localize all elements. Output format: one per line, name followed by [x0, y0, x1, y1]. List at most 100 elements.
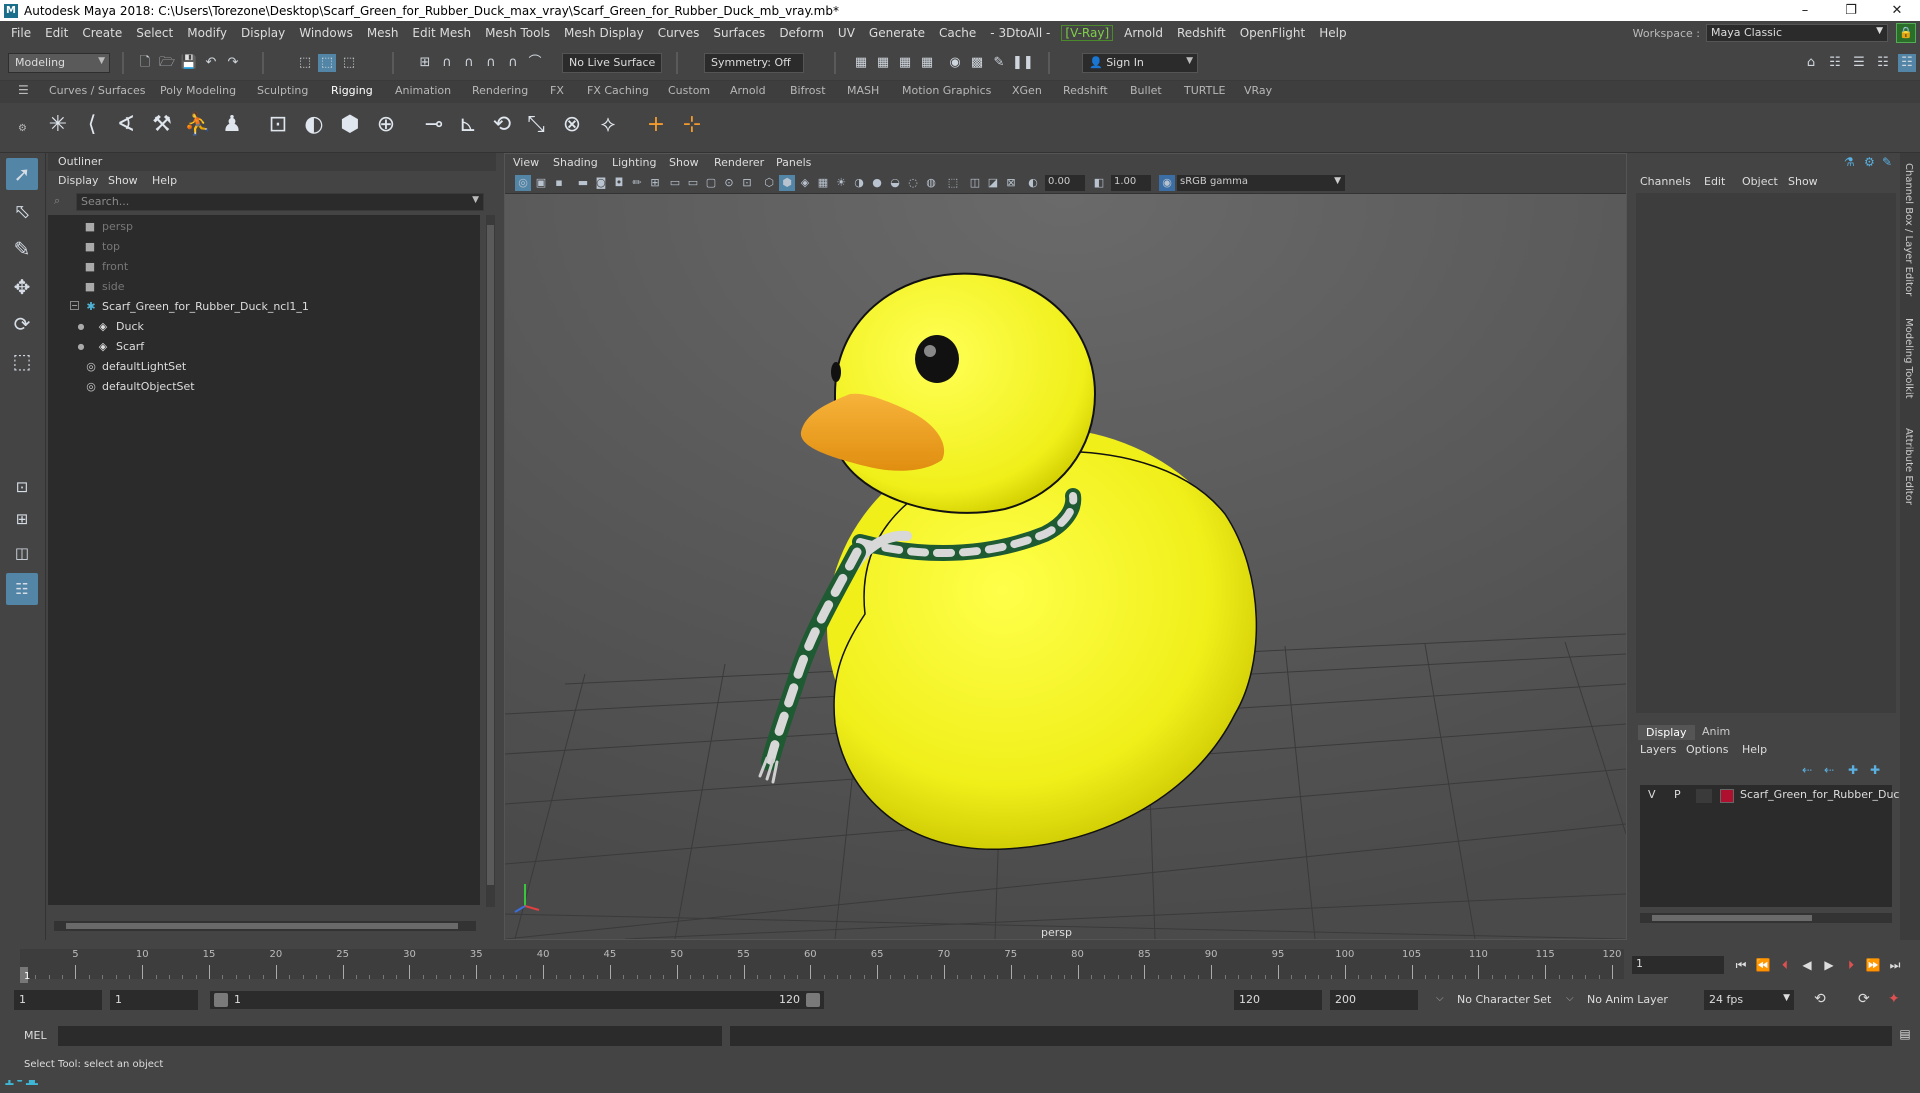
motion-blur-icon[interactable]: ◒ [887, 175, 903, 191]
shelf-tab-custom[interactable]: Custom [668, 84, 710, 97]
snap-curve-icon[interactable]: ∩ [438, 54, 456, 72]
point-constraint-icon[interactable]: ⊾ [452, 109, 484, 141]
range-end-handle[interactable] [806, 993, 820, 1007]
shelf-tab-fx[interactable]: FX [550, 84, 564, 97]
outliner-menu-help[interactable]: Help [152, 174, 177, 187]
menu-select[interactable]: Select [129, 26, 180, 40]
move-tool-icon[interactable]: ✥ [6, 271, 38, 303]
exposure-icon[interactable]: ◐ [1025, 175, 1041, 191]
menu-mesh[interactable]: Mesh [360, 26, 406, 40]
layer-tab-anim[interactable]: Anim [1702, 725, 1730, 738]
layer-menu-help[interactable]: Help [1742, 743, 1767, 756]
outliner-menu-show[interactable]: Show [108, 174, 138, 187]
outliner-item-defaultobjectset[interactable]: ◎ defaultObjectSet [48, 377, 480, 397]
new-layer-selected-icon[interactable]: ✚ [1870, 763, 1880, 777]
channel-box-menu-edit[interactable]: Edit [1704, 175, 1725, 188]
four-view-icon[interactable]: ⊞ [6, 503, 38, 535]
time-slider-track[interactable]: 1 5 10 15 20 25 30 35 40 45 50 55 60 65 70 75 80 85 90 95 1… [20, 949, 1624, 985]
outliner-item-top[interactable]: ■ top [48, 237, 480, 257]
channel-box-area[interactable] [1636, 193, 1896, 713]
playback-end-field[interactable]: 120 [1234, 990, 1322, 1010]
command-language-label[interactable]: MEL [24, 1029, 47, 1042]
collapse-icon[interactable]: − [70, 301, 79, 310]
lock-icon[interactable]: 🔒 [1896, 23, 1916, 43]
current-frame-field[interactable]: 1 [1632, 956, 1724, 974]
create-joint-icon[interactable]: ✳ [42, 109, 74, 141]
anim-layer-icon[interactable]: ⌵ [1566, 993, 1574, 1004]
channel-box-menu-channels[interactable]: Channels [1640, 175, 1691, 188]
undo-icon[interactable]: ↶ [202, 54, 220, 72]
outliner-item-persp[interactable]: ■ persp [48, 217, 480, 237]
menu-3dtoall[interactable]: - 3DtoAll - [983, 26, 1057, 40]
single-perspective-icon[interactable]: ⊡ [6, 471, 38, 503]
shelf-tab-bullet[interactable]: Bullet [1130, 84, 1162, 97]
shadows-icon[interactable]: ◑ [851, 175, 867, 191]
menu-windows[interactable]: Windows [292, 26, 360, 40]
viewport-menu-panels[interactable]: Panels [776, 156, 811, 169]
select-camera-icon[interactable]: ◎ [515, 175, 531, 191]
viewport-menu-shading[interactable]: Shading [553, 156, 598, 169]
chevron-down-icon[interactable]: ▼ [472, 195, 479, 205]
lasso-tool-icon[interactable]: ⬁ [6, 195, 38, 227]
range-slider[interactable]: 1 120 [210, 991, 824, 1009]
menu-mesh-tools[interactable]: Mesh Tools [478, 26, 557, 40]
tool-settings-icon[interactable]: ✎ [1882, 155, 1892, 169]
layer-name[interactable]: Scarf_Green_for_Rubber_Duck [1740, 788, 1906, 801]
exposure-field[interactable]: 0.00 [1045, 175, 1085, 191]
step-forward-key-icon[interactable]: ⏩ [1864, 957, 1882, 973]
grease-pencil-icon[interactable]: ✏ [629, 175, 645, 191]
resolution-gate-icon[interactable]: ▭ [685, 175, 701, 191]
outliner-search-input[interactable]: Search... ▼ [76, 193, 484, 211]
shelf-tab-mash[interactable]: MASH [847, 84, 879, 97]
color-management-icon[interactable]: ◉ [1159, 175, 1175, 191]
view-transform-dropdown[interactable]: sRGB gamma ▼ [1177, 175, 1345, 191]
modeling-toolkit-icon[interactable]: ⌂ [1802, 54, 1820, 72]
smooth-shade-icon[interactable]: ⬢ [779, 175, 795, 191]
scrollbar-thumb[interactable] [487, 225, 494, 885]
lattice-icon[interactable]: ⬢ [334, 109, 366, 141]
move-layer-up-icon[interactable]: ⇠ [1802, 763, 1812, 777]
save-scene-icon[interactable]: 💾 [180, 54, 198, 72]
menu-cache[interactable]: Cache [932, 26, 983, 40]
shelf-tab-fx-caching[interactable]: FX Caching [587, 84, 649, 97]
side-tab-modeling-toolkit[interactable]: Modeling Toolkit [1903, 318, 1914, 399]
bind-skin-icon[interactable]: ⊡ [262, 109, 294, 141]
shelf-tab-motion-graphics[interactable]: Motion Graphics [902, 84, 991, 97]
pole-vector-icon[interactable]: ⟡ [592, 109, 624, 141]
shelf-tab-rendering[interactable]: Rendering [472, 84, 528, 97]
loop-icon[interactable]: ⟲ [1814, 991, 1826, 1007]
menu-curves[interactable]: Curves [651, 26, 707, 40]
scale-tool-icon[interactable]: ⬚ [6, 345, 38, 377]
render-sequence-icon[interactable]: ▦ [874, 54, 892, 72]
xray-joints-icon[interactable]: ⊠ [1003, 175, 1019, 191]
menu-help[interactable]: Help [1312, 26, 1353, 40]
expand-dot-icon[interactable]: ● [74, 320, 88, 334]
paint-weights-icon[interactable]: ◐ [298, 109, 330, 141]
new-layer-icon[interactable]: ✚ [1848, 763, 1858, 777]
light-editor-icon[interactable]: ✎ [990, 54, 1008, 72]
minimize-button[interactable]: – [1782, 3, 1828, 18]
menu-generate[interactable]: Generate [862, 26, 932, 40]
snap-view-plane-icon[interactable]: ∩ [504, 54, 522, 72]
menu-arnold[interactable]: Arnold [1117, 26, 1170, 40]
render-setup-icon[interactable]: ▩ [968, 54, 986, 72]
outliner-item-duck[interactable]: ● ◈ Duck [48, 317, 480, 337]
menu-modify[interactable]: Modify [180, 26, 234, 40]
layer-type-toggle[interactable] [1696, 789, 1712, 803]
shelf-tab-sculpting[interactable]: Sculpting [257, 84, 308, 97]
auto-key-icon[interactable]: ⟳ [1858, 991, 1870, 1007]
step-back-frame-icon[interactable]: ⏴ [1776, 957, 1794, 973]
snap-projected-icon[interactable]: ∩ [482, 54, 500, 72]
channel-box-menu-show[interactable]: Show [1788, 175, 1818, 188]
gamma-field[interactable]: 1.00 [1111, 175, 1151, 191]
viewport-menu-view[interactable]: View [513, 156, 539, 169]
play-backward-icon[interactable]: ◀ [1798, 957, 1816, 973]
menuset-dropdown[interactable]: Modeling ▼ [8, 53, 110, 73]
restore-button[interactable]: ❐ [1828, 3, 1874, 18]
aim-constraint-icon[interactable]: ⊗ [556, 109, 588, 141]
attribute-editor-icon[interactable]: ☷ [1826, 54, 1844, 72]
shelf-tab-rigging[interactable]: Rigging [331, 84, 373, 97]
shelf-tab-xgen[interactable]: XGen [1012, 84, 1042, 97]
outliner-layout-icon[interactable]: ☷ [6, 573, 38, 605]
menu-uv[interactable]: UV [831, 26, 862, 40]
